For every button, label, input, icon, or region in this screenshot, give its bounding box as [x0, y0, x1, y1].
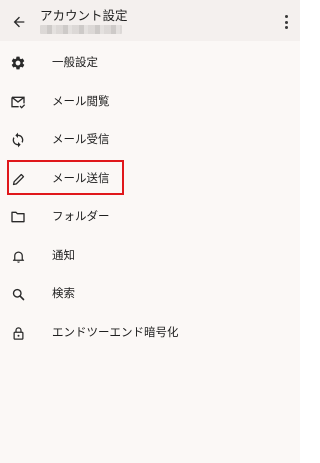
back-button[interactable]	[6, 9, 32, 35]
more-vert-icon-dot	[284, 20, 288, 24]
more-vert-icon-dot	[284, 15, 288, 18]
app-bar: アカウント設定	[0, 0, 300, 41]
menu-item-label: メール閲覧	[52, 94, 110, 108]
menu-item-label: メール送信	[52, 171, 110, 185]
account-address-redacted	[40, 25, 122, 34]
menu-item-mail-reading[interactable]: メール閲覧	[0, 82, 300, 121]
pencil-icon	[9, 170, 27, 188]
lock-icon	[9, 324, 27, 342]
menu-item-label: 一般設定	[52, 55, 98, 69]
page-title: アカウント設定	[40, 8, 128, 23]
menu-item-label: メール受信	[52, 132, 110, 146]
more-options-button[interactable]	[276, 9, 296, 35]
menu-item-label: エンドツーエンド暗号化	[52, 325, 179, 339]
bell-icon	[9, 247, 27, 265]
menu-item-general[interactable]: 一般設定	[0, 43, 300, 82]
more-vert-icon-dot	[284, 26, 288, 29]
menu-item-search[interactable]: 検索	[0, 274, 300, 313]
gear-icon	[9, 54, 27, 72]
mail-check-icon	[9, 93, 27, 111]
search-icon	[9, 285, 27, 303]
menu-item-e2e-encryption[interactable]: エンドツーエンド暗号化	[0, 313, 300, 352]
folder-icon	[9, 208, 27, 226]
menu-item-label: 検索	[52, 286, 75, 300]
menu-item-notifications[interactable]: 通知	[0, 236, 300, 275]
menu-item-folders[interactable]: フォルダー	[0, 197, 300, 236]
menu-item-mail-sending[interactable]: メール送信	[0, 159, 300, 198]
account-settings-screen: アカウント設定 一般設定 メール閲覧 メール受信 メール送信 フォルダー 通知 …	[0, 0, 300, 463]
sync-icon	[9, 131, 27, 149]
arrow-back-icon	[11, 14, 27, 30]
menu-item-label: 通知	[52, 248, 75, 262]
menu-item-mail-receiving[interactable]: メール受信	[0, 120, 300, 159]
menu-item-label: フォルダー	[52, 209, 110, 223]
